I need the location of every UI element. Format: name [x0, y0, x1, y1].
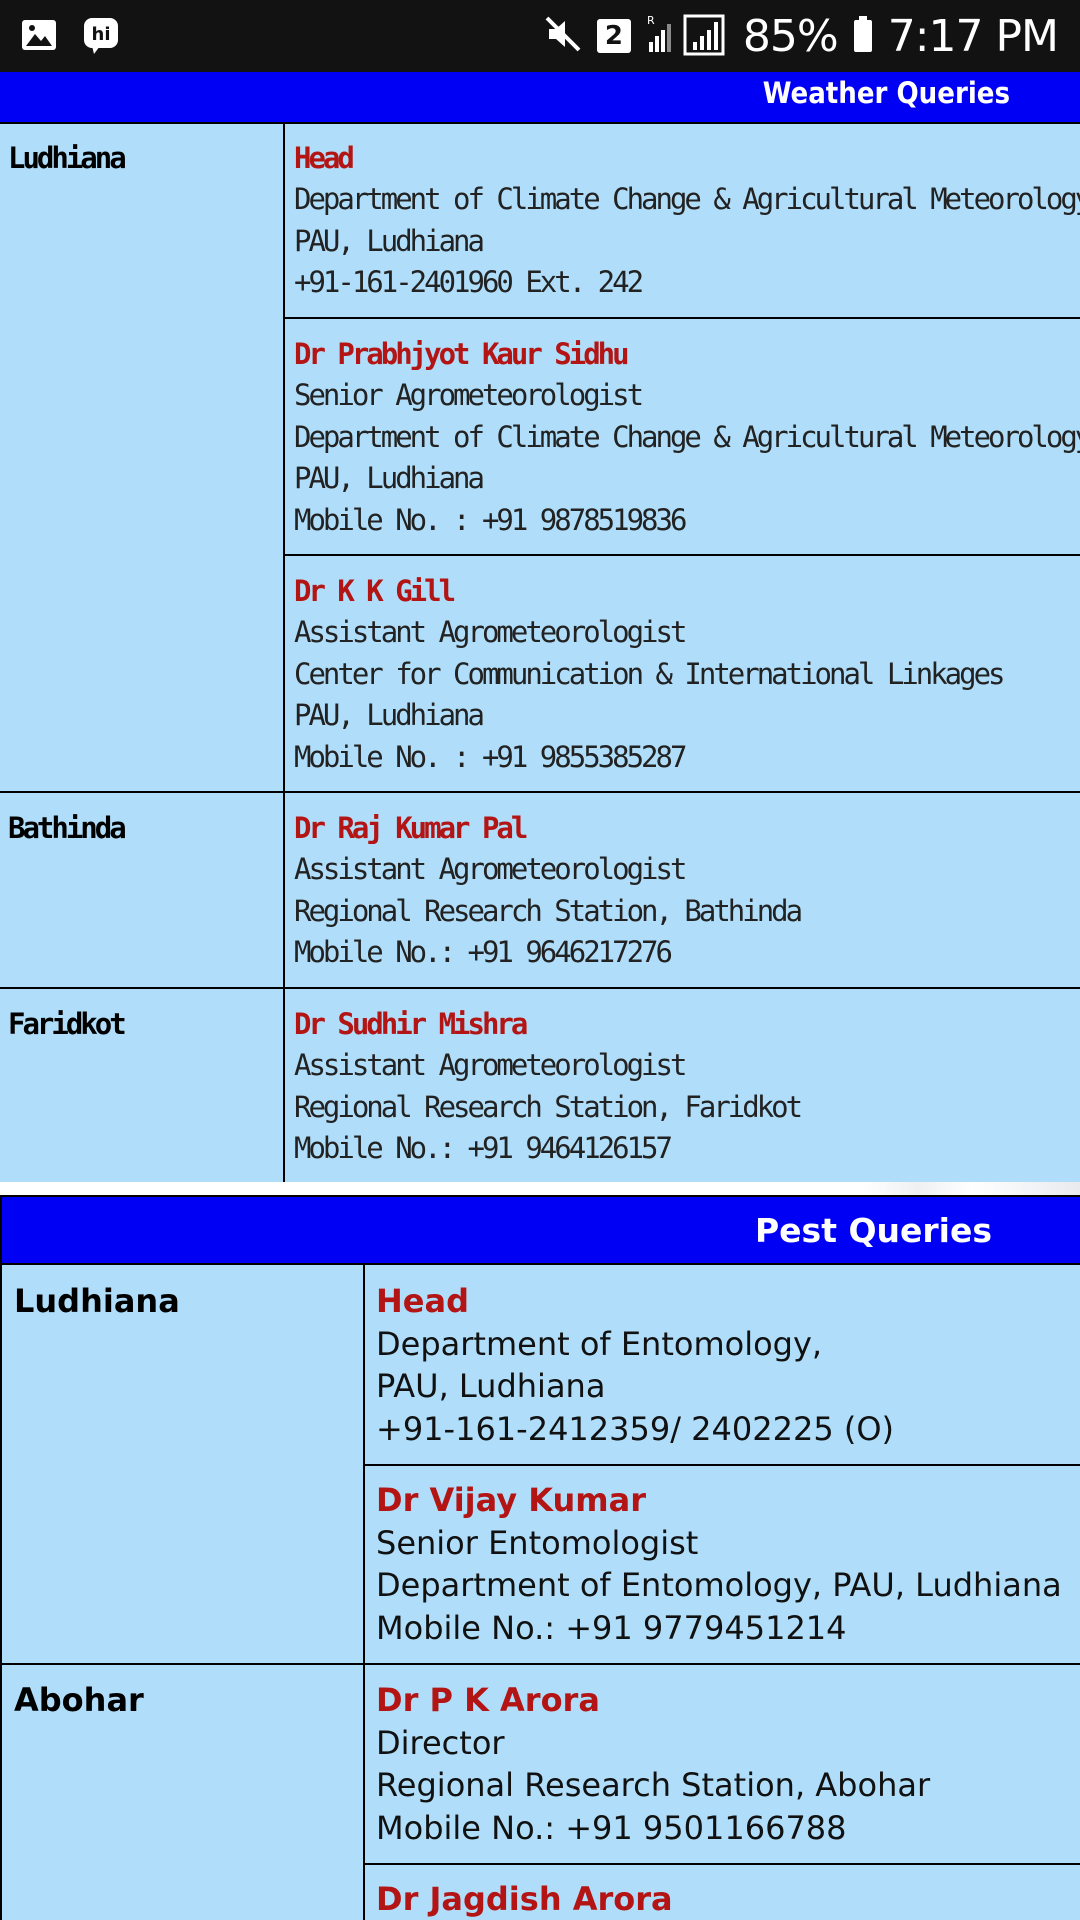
city-faridkot: Faridkot: [8, 1007, 127, 1041]
contact-phone: Mobile No.: +91 9464126157: [294, 1131, 673, 1165]
column-divider: [363, 1265, 365, 1920]
contact-phone: Mobile No.: +91 9646217276: [294, 935, 673, 969]
weather-queries-header: Weather Queries: [0, 72, 1080, 124]
contact-name: Dr K K Gill: [294, 574, 456, 608]
contact-line: Department of Entomology,: [376, 1325, 823, 1363]
contact-name: Dr Raj Kumar Pal: [294, 811, 528, 845]
contact-line: PAU, Ludhiana: [294, 698, 485, 732]
sim-badge: 2: [596, 19, 631, 53]
row-divider: [0, 987, 1080, 989]
pest-queries-table: Pest Queries Ludhiana Head Department of…: [0, 1195, 1080, 1920]
battery-icon: [852, 14, 874, 58]
contact-line: Regional Research Station, Faridkot: [294, 1090, 803, 1124]
contact-line: PAU, Ludhiana: [294, 224, 485, 258]
city-bathinda: Bathinda: [8, 811, 127, 845]
clock: 7:17 PM: [887, 10, 1059, 62]
contact-name: Dr Prabhjyot Kaur Sidhu: [294, 337, 630, 371]
hike-icon: hi: [82, 16, 120, 60]
contact-line: Senior Entomologist: [376, 1524, 699, 1562]
contact-name: Dr Jagdish Arora: [376, 1880, 673, 1918]
weather-queries-table: Weather Queries Ludhiana Head Department…: [0, 72, 1080, 1182]
contact-line: PAU, Ludhiana: [294, 461, 485, 495]
signal-icon: R: [645, 12, 729, 60]
contact-name: Dr Vijay Kumar: [376, 1481, 646, 1519]
status-bar-right: 2 R 85% 7:17 PM: [543, 8, 1059, 64]
battery-percent: 85%: [742, 10, 839, 62]
contact-line: Department of Entomology, PAU, Ludhiana: [376, 1566, 1062, 1604]
status-bar-left: hi: [20, 16, 120, 60]
column-divider: [283, 122, 285, 1182]
contact-line: Assistant Agrometeorologist: [294, 615, 687, 649]
row-divider: [283, 554, 1080, 556]
contact-line: Department of Climate Change & Agricultu…: [294, 182, 1080, 216]
contact-line: Regional Research Station, Abohar: [376, 1766, 931, 1804]
contact-phone: +91-161-2401960 Ext. 242: [294, 265, 644, 299]
row-divider: [363, 1863, 1080, 1865]
contact-line: PAU, Ludhiana: [376, 1367, 606, 1405]
contact-phone: Mobile No. : +91 9855385287: [294, 740, 687, 774]
row-divider: [0, 791, 1080, 793]
contact-phone: +91-161-2412359/ 2402225 (O): [376, 1410, 895, 1448]
contact-phone: Mobile No.: +91 9779451214: [376, 1609, 847, 1647]
city-ludhiana: Ludhiana: [14, 1282, 180, 1320]
contact-line: Regional Research Station, Bathinda: [294, 894, 803, 928]
row-divider: [283, 317, 1080, 319]
contact-line: Assistant Agrometeorologist: [294, 852, 687, 886]
contact-name: Head: [294, 141, 355, 175]
contact-line: Department of Climate Change & Agricultu…: [294, 420, 1080, 454]
contact-line: Assistant Agrometeorologist: [294, 1048, 687, 1082]
status-bar: hi 2 R 85% 7:17 PM: [0, 0, 1080, 72]
contact-name: Dr P K Arora: [376, 1681, 600, 1719]
contact-phone: Mobile No.: +91 9501166788: [376, 1809, 847, 1847]
contact-line: Center for Communication & International…: [294, 657, 1006, 691]
weather-queries-title: Weather Queries: [762, 76, 1010, 110]
mute-icon: [543, 14, 583, 58]
contact-name: Dr Sudhir Mishra: [294, 1007, 528, 1041]
pest-queries-title: Pest Queries: [754, 1211, 992, 1250]
svg-text:hi: hi: [92, 24, 111, 45]
svg-text:R: R: [647, 14, 655, 27]
pest-queries-header: Pest Queries: [2, 1195, 1080, 1265]
contact-line: Director: [376, 1724, 505, 1762]
contact-phone: Mobile No. : +91 9878519836: [294, 503, 687, 537]
contact-line: Senior Agrometeorologist: [294, 378, 644, 412]
section-gap: [0, 1182, 1080, 1195]
row-divider: [363, 1464, 1080, 1466]
contact-name: Head: [376, 1282, 469, 1320]
row-divider: [2, 1663, 1080, 1665]
gallery-icon: [20, 16, 58, 60]
city-abohar: Abohar: [14, 1681, 144, 1719]
city-ludhiana: Ludhiana: [8, 141, 127, 175]
